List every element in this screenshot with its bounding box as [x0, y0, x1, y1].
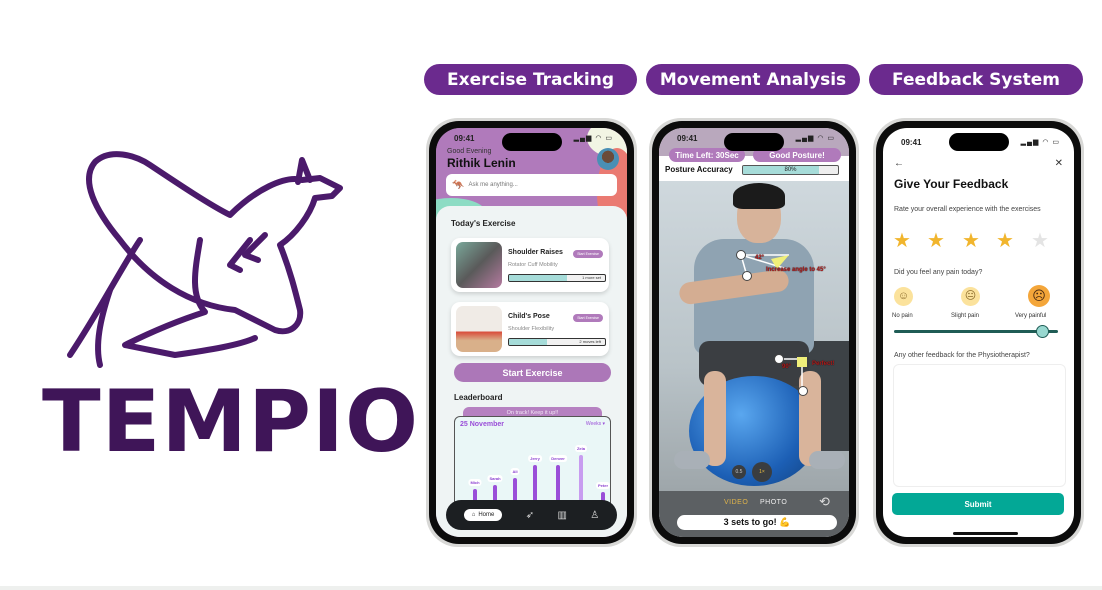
signal-wifi-battery-icon: ▂▄▆ ◠ ▭	[573, 135, 613, 142]
kangaroo-logo-icon	[67, 151, 343, 368]
no-pain-face-icon[interactable]: ☺	[894, 287, 913, 306]
status-time: 09:41	[677, 134, 698, 143]
leaderboard-date: 25 November	[460, 421, 504, 428]
pain-question: Did you feel any pain today?	[894, 269, 983, 276]
accuracy-bar: 80%	[742, 165, 839, 175]
status-time: 09:41	[901, 138, 922, 147]
switch-camera-icon[interactable]: ⟲	[819, 494, 830, 510]
pain-label: Very painful	[1015, 313, 1047, 319]
star-1[interactable]: ★	[893, 228, 911, 253]
joint-marker	[736, 250, 746, 260]
pain-slider-track[interactable]	[894, 330, 1058, 333]
elbow-angle: 42°	[755, 255, 765, 261]
start-exercise-button[interactable]: Start Exercise	[573, 250, 603, 258]
exercise-thumbnail	[456, 306, 502, 352]
leaderboard-name: Zela	[574, 445, 588, 452]
elbow-hint: Increase angle to 45°	[766, 267, 826, 273]
phone-movement-analysis: 09:41 ▂▄▆ ◠ ▭ Time Left: 30Sec Good Post…	[649, 118, 859, 547]
pain-label: Slight pain	[951, 313, 980, 319]
exercise-title: Shoulder Raises	[508, 249, 563, 256]
zoom-0-5-button[interactable]: 0.5	[732, 465, 746, 479]
zoom-1x-button[interactable]: 1×	[752, 462, 772, 482]
dynamic-island	[501, 133, 562, 151]
feedback-textarea[interactable]	[893, 364, 1066, 487]
mode-photo[interactable]: PHOTO	[760, 499, 787, 506]
knee-angle: 90°	[782, 364, 792, 370]
star-4[interactable]: ★	[996, 228, 1014, 253]
star-2[interactable]: ★	[927, 228, 945, 253]
sets-remaining: 3 sets to go! 💪	[677, 515, 837, 530]
start-exercise-main-button[interactable]: Start Exercise	[454, 363, 611, 382]
accuracy-label: Posture Accuracy	[665, 165, 733, 174]
nav-home-label: Home	[478, 512, 495, 518]
exercise-subtitle: Shoulder Flexibility	[508, 326, 555, 332]
exercise-subtitle: Rotator Cuff Mobility	[508, 262, 558, 268]
bottom-nav: ⌂ Home ➶ ▥ ♙	[446, 500, 617, 530]
period-dropdown[interactable]: Weeks ▾	[586, 421, 605, 427]
progress-label: 1 more set	[582, 275, 601, 280]
home-indicator	[953, 532, 1018, 535]
phone-exercise-tracking: 09:41 ▂▄▆ ◠ ▭ Good Evening Rithik Lenin …	[426, 118, 637, 547]
star-5[interactable]: ★	[1031, 228, 1049, 253]
brand-name: TEMPIO	[42, 372, 420, 472]
leaderboard-name: Peter	[595, 482, 611, 489]
dynamic-island	[724, 133, 784, 151]
star-3[interactable]: ★	[962, 228, 980, 253]
ask-placeholder: Ask me anything...	[468, 182, 518, 188]
rocket-icon[interactable]: ➶	[526, 510, 534, 521]
chart-icon[interactable]: ▥	[557, 510, 566, 521]
slight-pain-face-icon[interactable]: 😐︎	[961, 287, 980, 306]
accuracy-value: 80%	[784, 167, 797, 173]
leaderboard-name: Sarah	[487, 475, 503, 482]
feature-pill-exercise-tracking: Exercise Tracking	[424, 64, 637, 95]
kangaroo-icon: 🦘	[452, 179, 465, 191]
pain-label: No pain	[892, 313, 913, 319]
other-feedback-question: Any other feedback for the Physiotherapi…	[894, 352, 1030, 359]
dynamic-island	[948, 133, 1009, 151]
progress-label: 2 moves left	[579, 339, 601, 344]
phone-feedback-system: 09:41 ▂▄▆ ◠ ▭ ← ✕ Give Your Feedback Rat…	[873, 118, 1084, 547]
ask-input[interactable]: 🦘 Ask me anything...	[446, 174, 617, 196]
home-icon: ⌂	[471, 512, 476, 518]
greeting: Good Evening	[447, 148, 492, 155]
camera-controls: VIDEO PHOTO ⟲ 3 sets to go! 💪	[659, 491, 849, 537]
feature-pill-feedback-system: Feedback System	[869, 64, 1083, 95]
back-arrow-icon[interactable]: ←	[894, 158, 904, 169]
exercise-title: Child's Pose	[508, 313, 550, 320]
mode-video[interactable]: VIDEO	[724, 499, 748, 506]
rating-question: Rate your overall experience with the ex…	[894, 206, 1041, 213]
camera-preview: 42° Increase angle to 45° 90° Perfect! 0…	[659, 181, 849, 491]
exercise-progress: 2 moves left	[508, 338, 606, 346]
user-name: Rithik Lenin	[447, 156, 516, 170]
very-painful-face-icon[interactable]: ☹	[1028, 285, 1050, 307]
submit-button[interactable]: Submit	[892, 493, 1064, 515]
footer-divider	[0, 586, 1102, 590]
avatar[interactable]	[597, 148, 619, 170]
profile-icon[interactable]: ♙	[590, 510, 599, 521]
exercise-thumbnail	[456, 242, 502, 288]
signal-wifi-battery-icon: ▂▄▆ ◠ ▭	[1020, 139, 1060, 146]
joint-marker	[774, 354, 784, 364]
start-exercise-button[interactable]: Start Exercise	[573, 314, 603, 322]
joint-marker	[742, 271, 752, 281]
pain-slider-handle[interactable]	[1036, 325, 1049, 338]
leaderboard-name: Denver	[549, 455, 567, 462]
exercise-card[interactable]: Child's Pose Start Exercise Shoulder Fle…	[451, 302, 609, 356]
exercise-progress: 1 more set	[508, 274, 606, 282]
joint-marker	[798, 386, 808, 396]
section-title: Today's Exercise	[451, 219, 516, 228]
feature-pill-movement-analysis: Movement Analysis	[646, 64, 860, 95]
knee-hint: Perfect!	[812, 361, 835, 367]
leaderboard-name: Ali	[510, 468, 520, 475]
feedback-title: Give Your Feedback	[894, 177, 1009, 191]
exercise-card[interactable]: Shoulder Raises Start Exercise Rotator C…	[451, 238, 609, 292]
signal-wifi-battery-icon: ▂▄▆ ◠ ▭	[795, 135, 835, 142]
nav-home[interactable]: ⌂ Home	[463, 509, 503, 521]
leaderboard-name: Mich	[468, 479, 482, 486]
leaderboard-name: Jerry	[528, 455, 542, 462]
close-icon[interactable]: ✕	[1055, 158, 1063, 169]
leaderboard-title: Leaderboard	[454, 393, 503, 402]
status-time: 09:41	[454, 134, 475, 143]
